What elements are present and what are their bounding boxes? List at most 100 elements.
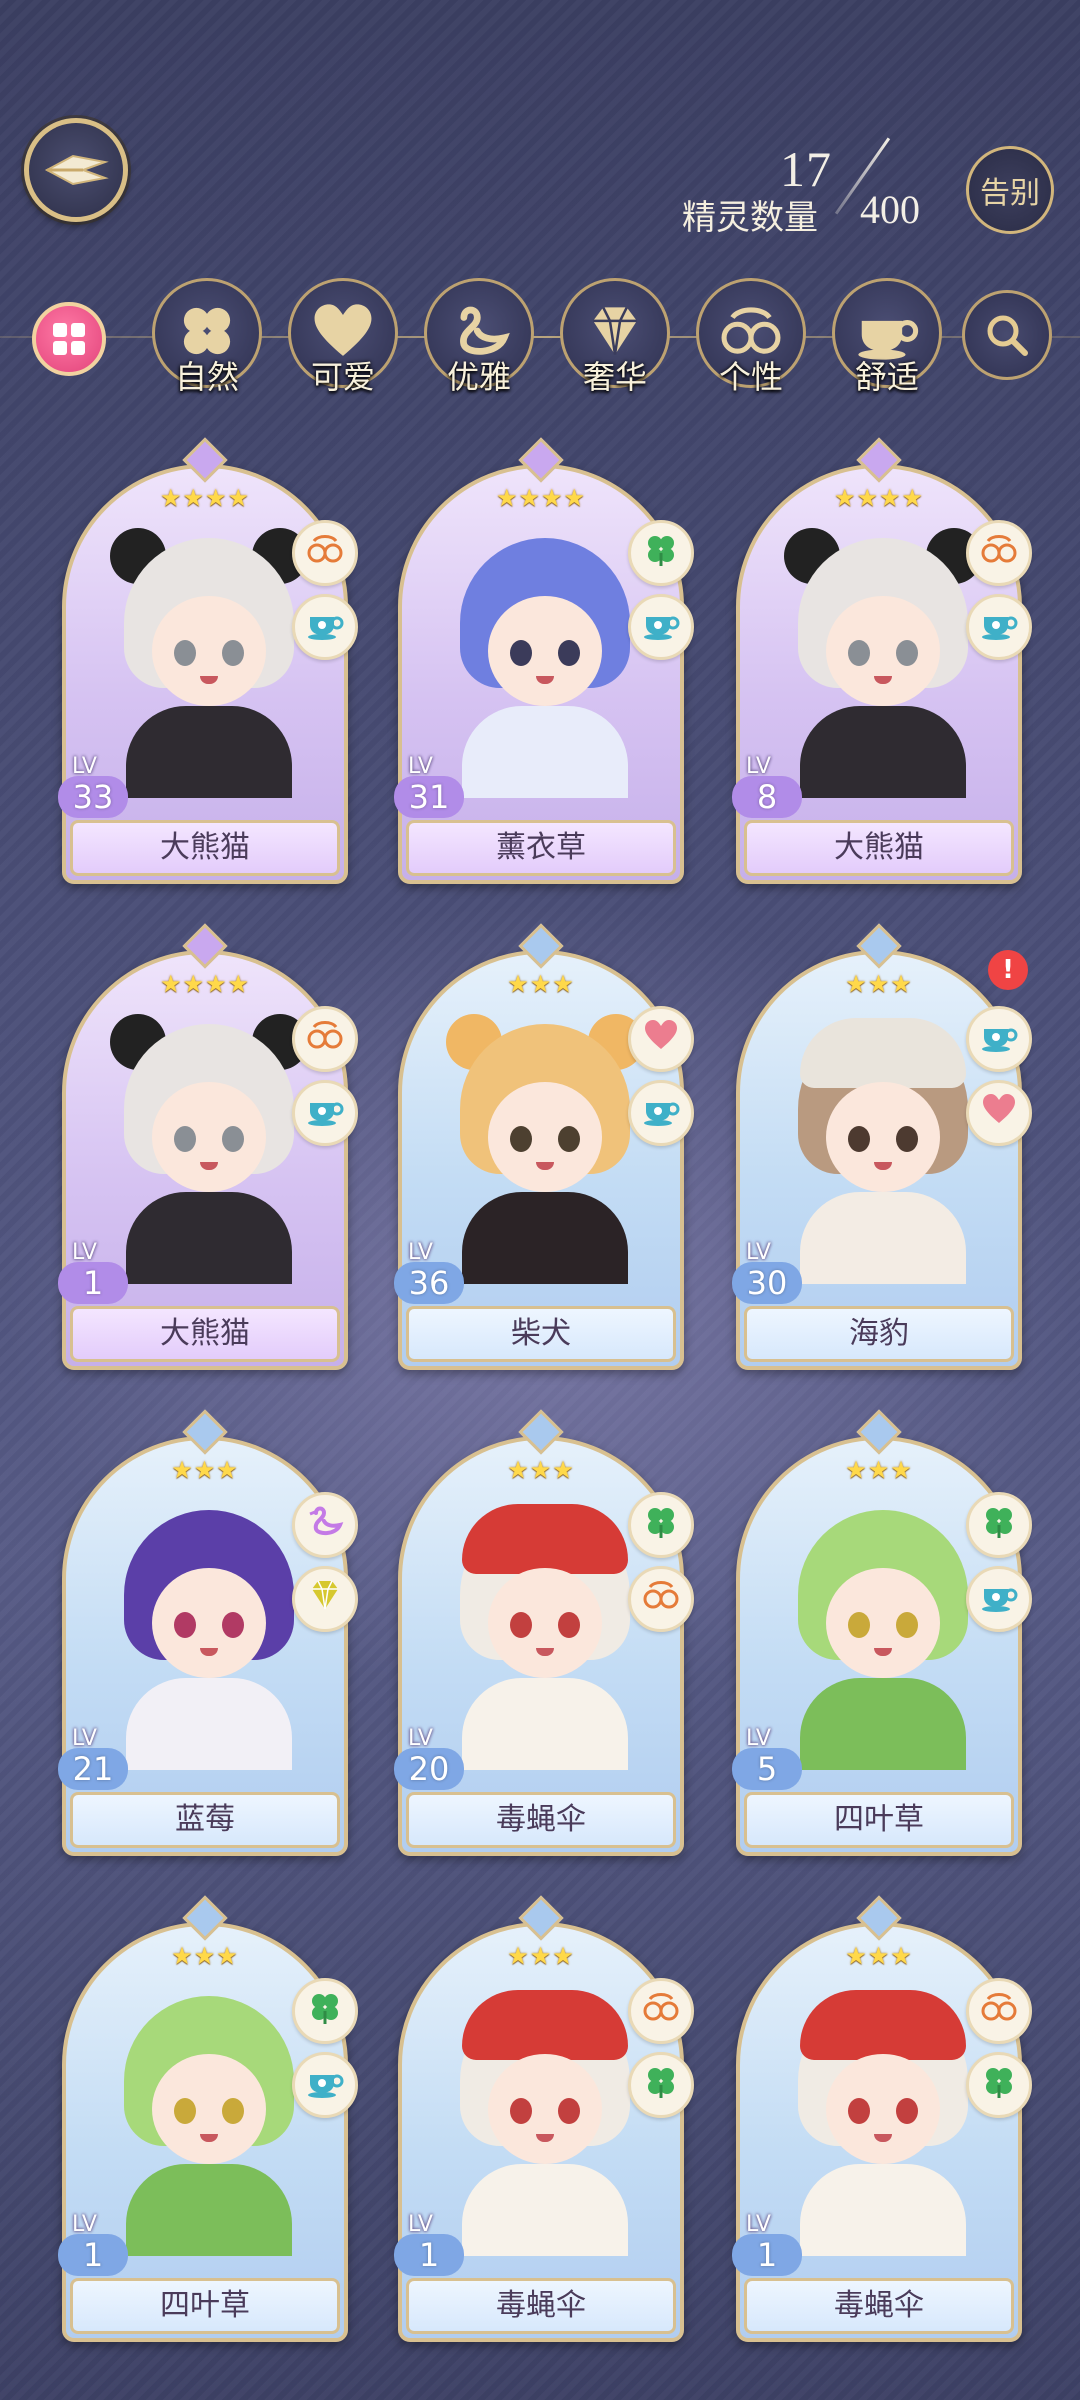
portrait-mouth xyxy=(536,2134,554,2142)
portrait-face xyxy=(826,1568,940,1678)
level-value: 1 xyxy=(58,1262,128,1304)
portrait-eye xyxy=(848,1612,870,1638)
portrait-eye xyxy=(848,2098,870,2124)
teacup-icon xyxy=(980,605,1018,649)
spirit-portrait xyxy=(106,1510,312,1770)
spirit-card[interactable]: 毒蝇伞 ★★★ LV 1 xyxy=(732,1895,1032,2342)
level-badge: LV 1 xyxy=(58,2212,128,2276)
rarity-stars: ★★★★ xyxy=(833,484,925,512)
portrait-eye xyxy=(896,1126,918,1152)
spirit-card[interactable]: 柴犬 ★★★ LV 36 xyxy=(394,923,694,1370)
spirit-card[interactable]: 毒蝇伞 ★★★ LV 1 xyxy=(394,1895,694,2342)
attribute-badge xyxy=(628,1566,694,1632)
teacup-icon xyxy=(306,1091,344,1135)
spirit-name: 毒蝇伞 xyxy=(406,1792,676,1848)
spirit-name: 大熊猫 xyxy=(70,1306,340,1362)
spirit-name: 毒蝇伞 xyxy=(406,2278,676,2334)
spirit-portrait xyxy=(106,1996,312,2256)
spirit-card[interactable]: 薰衣草 ★★★★ LV 31 xyxy=(394,437,694,884)
attribute-badge xyxy=(292,1978,358,2044)
portrait-face xyxy=(152,1568,266,1678)
portrait-mouth xyxy=(536,1162,554,1170)
portrait-body xyxy=(800,1192,966,1284)
teacup-icon xyxy=(980,1017,1018,1061)
rarity-stars: ★★★ xyxy=(845,970,913,998)
spirit-portrait xyxy=(780,1990,986,2256)
level-value: 33 xyxy=(58,776,128,818)
glasses-icon xyxy=(642,1577,680,1621)
spirit-card[interactable]: 大熊猫 ★★★★ LV 8 xyxy=(732,437,1032,884)
portrait-mouth xyxy=(200,1648,218,1656)
spirit-portrait xyxy=(780,528,986,798)
teacup-icon xyxy=(306,2063,344,2107)
rarity-stars: ★★★★ xyxy=(159,970,251,998)
portrait-face xyxy=(152,596,266,706)
portrait-face xyxy=(152,2054,266,2164)
portrait-eye xyxy=(558,1126,580,1152)
spirit-name: 大熊猫 xyxy=(744,820,1014,876)
portrait-body xyxy=(462,1678,628,1770)
teacup-icon xyxy=(306,605,344,649)
level-badge: LV 21 xyxy=(58,1726,128,1790)
attribute-badge xyxy=(966,2052,1032,2118)
spirit-card[interactable]: 大熊猫 ★★★★ LV 33 xyxy=(58,437,358,884)
portrait-hat xyxy=(462,1990,628,2060)
spirit-portrait xyxy=(442,538,648,798)
portrait-eye xyxy=(222,640,244,666)
spirit-card[interactable]: 四叶草 ★★★ LV 5 xyxy=(732,1409,1032,1856)
spirit-name: 四叶草 xyxy=(70,2278,340,2334)
clover-icon xyxy=(307,1989,343,2033)
rarity-stars: ★★★★ xyxy=(159,484,251,512)
portrait-eye xyxy=(558,640,580,666)
portrait-eye xyxy=(510,640,532,666)
attribute-badge xyxy=(292,1566,358,1632)
spirit-card[interactable]: 大熊猫 ★★★★ LV 1 xyxy=(58,923,358,1370)
portrait-body xyxy=(126,706,292,798)
portrait-body xyxy=(800,706,966,798)
portrait-eye xyxy=(896,1612,918,1638)
attribute-badge xyxy=(292,520,358,586)
spirit-name: 毒蝇伞 xyxy=(744,2278,1014,2334)
spirit-card[interactable]: 海豹 ★★★! LV 30 xyxy=(732,923,1032,1370)
spirit-portrait xyxy=(106,1014,312,1284)
clover-icon xyxy=(643,1503,679,1547)
level-badge: LV 31 xyxy=(394,754,464,818)
portrait-face xyxy=(826,596,940,706)
level-value: 20 xyxy=(394,1748,464,1790)
level-value: 1 xyxy=(732,2234,802,2276)
spirit-name: 大熊猫 xyxy=(70,820,340,876)
level-value: 36 xyxy=(394,1262,464,1304)
portrait-body xyxy=(126,1678,292,1770)
spirit-portrait xyxy=(780,1510,986,1770)
spirit-card[interactable]: 毒蝇伞 ★★★ LV 20 xyxy=(394,1409,694,1856)
portrait-mouth xyxy=(200,676,218,684)
level-badge: LV 1 xyxy=(58,1240,128,1304)
portrait-body xyxy=(126,2164,292,2256)
spirit-card[interactable]: 蓝莓 ★★★ LV 21 xyxy=(58,1409,358,1856)
portrait-face xyxy=(826,2054,940,2164)
portrait-eye xyxy=(174,1126,196,1152)
spirit-card[interactable]: 四叶草 ★★★ LV 1 xyxy=(58,1895,358,2342)
portrait-eye xyxy=(896,2098,918,2124)
portrait-eye xyxy=(222,1126,244,1152)
rarity-stars: ★★★★ xyxy=(495,484,587,512)
attribute-badge xyxy=(628,594,694,660)
portrait-body xyxy=(800,2164,966,2256)
attribute-badge xyxy=(292,594,358,660)
spirit-name: 蓝莓 xyxy=(70,1792,340,1848)
level-value: 5 xyxy=(732,1748,802,1790)
portrait-eye xyxy=(174,2098,196,2124)
glasses-icon xyxy=(980,531,1018,575)
spirit-name: 薰衣草 xyxy=(406,820,676,876)
portrait-eye xyxy=(222,1612,244,1638)
spirit-portrait xyxy=(442,1014,648,1284)
clover-icon xyxy=(643,2063,679,2107)
level-badge: LV 5 xyxy=(732,1726,802,1790)
teacup-icon xyxy=(642,605,680,649)
portrait-body xyxy=(462,1192,628,1284)
rarity-stars: ★★★ xyxy=(507,970,575,998)
portrait-face xyxy=(826,1082,940,1192)
portrait-eye xyxy=(174,1612,196,1638)
portrait-mouth xyxy=(200,2134,218,2142)
portrait-mouth xyxy=(874,2134,892,2142)
